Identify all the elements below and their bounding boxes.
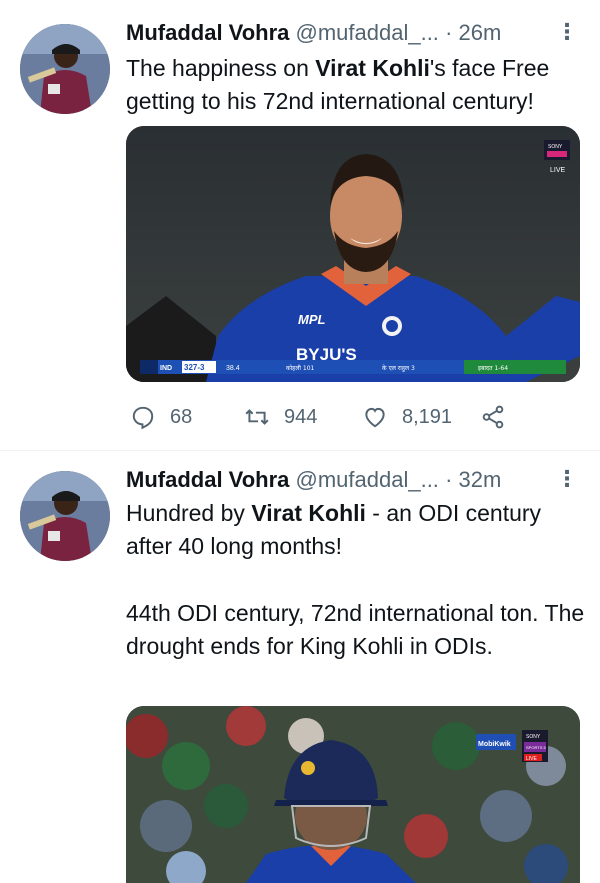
scorebar-batter-1: कोहली 101 [286,364,315,372]
more-options-icon[interactable]: ⋮ [556,465,578,495]
scorebar-batter-2: के एल राहुल 3 [382,364,415,372]
tweet-media[interactable]: MobiKwik SONY SPORTS 5 LIVE [126,706,580,883]
separator: · [445,20,453,45]
avatar-image [20,471,110,561]
media-image: MobiKwik SONY SPORTS 5 LIVE [126,706,580,883]
tweet-2[interactable]: Mufaddal Vohra @mufaddal_... · 32m ⋮ Hun… [0,451,600,883]
like-icon [365,407,385,428]
tweet-text-bold: Virat Kohli [315,55,430,81]
tweet-header: Mufaddal Vohra @mufaddal_... · 26m [126,18,588,48]
live-label: LIVE [526,756,538,762]
retweet-count: 944 [284,405,318,428]
timestamp[interactable]: 26m [459,20,502,45]
sponsor-logo-text: MobiKwik [478,741,511,748]
retweet-button[interactable]: 944 [244,400,317,434]
scorebar-score: 327-3 [184,363,205,372]
tweet-text-paragraph-2: 44th ODI century, 72nd international ton… [126,597,586,663]
scorebar-bowler: इबादत 1-64 [478,365,508,372]
tweet-text-bold: Virat Kohli [251,500,366,526]
tweet-text-part: 44th ODI century, 72nd international ton… [126,600,585,659]
reply-icon [132,406,154,430]
share-icon [482,405,504,429]
tweet-text: Hundred by Virat Kohli - an ODI century … [126,497,586,563]
tweet-media[interactable]: MPL BYJU'S SONY LIVE IND 327-3 38.4 कोहल… [126,126,580,382]
broadcaster-badge: SONY [548,144,563,150]
like-count: 8,191 [402,405,453,428]
broadcaster-badge: SONY [526,734,541,740]
author-handle[interactable]: @mufaddal_... [296,467,439,492]
scorebar-overs: 38.4 [226,365,240,372]
like-button[interactable]: 8,191 [362,400,452,434]
author-name[interactable]: Mufaddal Vohra [126,467,289,492]
tweet-1[interactable]: Mufaddal Vohra @mufaddal_... · 26m ⋮ The… [0,0,600,450]
timestamp[interactable]: 32m [459,467,502,492]
scorebar-team: IND [160,365,172,372]
media-image: MPL BYJU'S SONY LIVE IND 327-3 38.4 कोहल… [126,126,580,382]
tweet-text: The happiness on Virat Kohli's face Free… [126,52,586,118]
reply-count: 68 [170,405,193,428]
separator: · [445,467,453,492]
tweet-header: Mufaddal Vohra @mufaddal_... · 32m [126,465,588,495]
author-handle[interactable]: @mufaddal_... [296,20,439,45]
avatar[interactable] [20,24,110,114]
tweet-text-part: Hundred by [126,500,252,526]
avatar[interactable] [20,471,110,561]
channel-label: SPORTS 5 [526,745,546,750]
more-options-icon[interactable]: ⋮ [556,18,578,48]
avatar-image [20,24,110,114]
reply-button[interactable]: 68 [130,400,192,434]
share-button[interactable] [480,400,520,434]
retweet-icon [245,409,269,425]
live-label: LIVE [550,167,566,174]
jersey-text: MPL [298,312,326,327]
tweet-actions: 68 944 8,191 [126,400,580,434]
tweet-text-part: The happiness on [126,55,316,81]
author-name[interactable]: Mufaddal Vohra [126,20,289,45]
